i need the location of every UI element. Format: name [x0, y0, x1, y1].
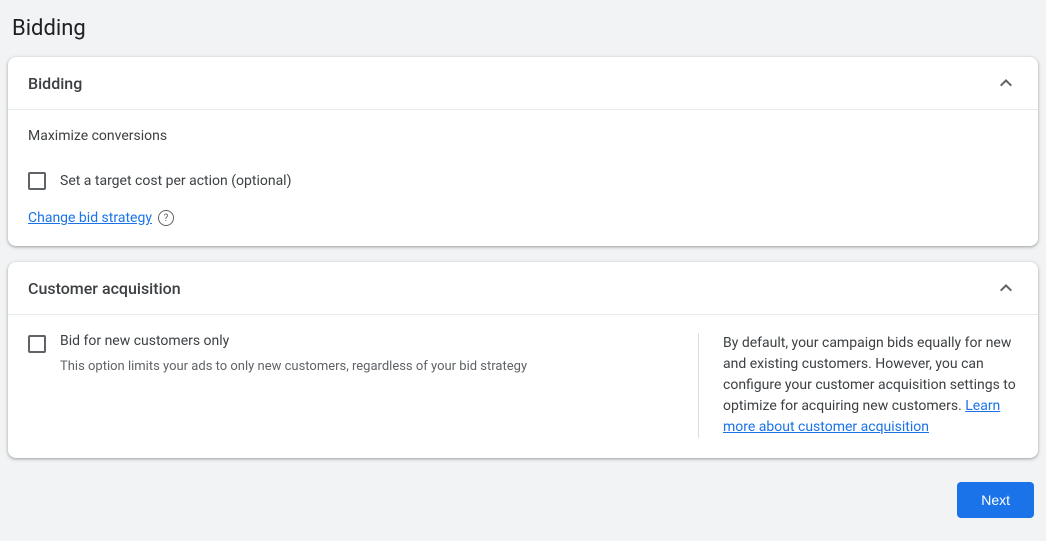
change-bid-strategy-link[interactable]: Change bid strategy	[28, 210, 152, 226]
customer-acquisition-card: Customer acquisition Bid for new custome…	[8, 262, 1038, 458]
chevron-up-icon	[994, 276, 1018, 300]
acquisition-card-body: Bid for new customers only This option l…	[8, 315, 1038, 458]
help-icon[interactable]: ?	[158, 210, 174, 226]
new-customers-label: Bid for new customers only	[60, 333, 527, 349]
footer: Next	[8, 474, 1038, 526]
target-cpa-label: Set a target cost per action (optional)	[60, 173, 291, 189]
acquisition-left-col: Bid for new customers only This option l…	[28, 333, 698, 438]
new-customers-desc: This option limits your ads to only new …	[60, 359, 527, 374]
bidding-card-body: Maximize conversions Set a target cost p…	[8, 110, 1038, 246]
target-cpa-checkbox[interactable]	[28, 172, 46, 190]
bid-strategy-value: Maximize conversions	[28, 128, 1018, 144]
page-title: Bidding	[12, 16, 1034, 41]
new-customers-checkbox[interactable]	[28, 335, 46, 353]
bidding-card-title: Bidding	[28, 74, 82, 93]
target-cpa-row: Set a target cost per action (optional)	[28, 172, 1018, 190]
chevron-up-icon	[994, 71, 1018, 95]
bidding-card: Bidding Maximize conversions Set a targe…	[8, 57, 1038, 246]
new-customers-row: Bid for new customers only This option l…	[28, 333, 674, 374]
acquisition-card-header[interactable]: Customer acquisition	[8, 262, 1038, 315]
acquisition-card-title: Customer acquisition	[28, 279, 181, 298]
bidding-card-header[interactable]: Bidding	[8, 57, 1038, 110]
next-button[interactable]: Next	[957, 482, 1034, 518]
acquisition-info-panel: By default, your campaign bids equally f…	[698, 333, 1018, 438]
change-strategy-row: Change bid strategy ?	[28, 210, 1018, 226]
